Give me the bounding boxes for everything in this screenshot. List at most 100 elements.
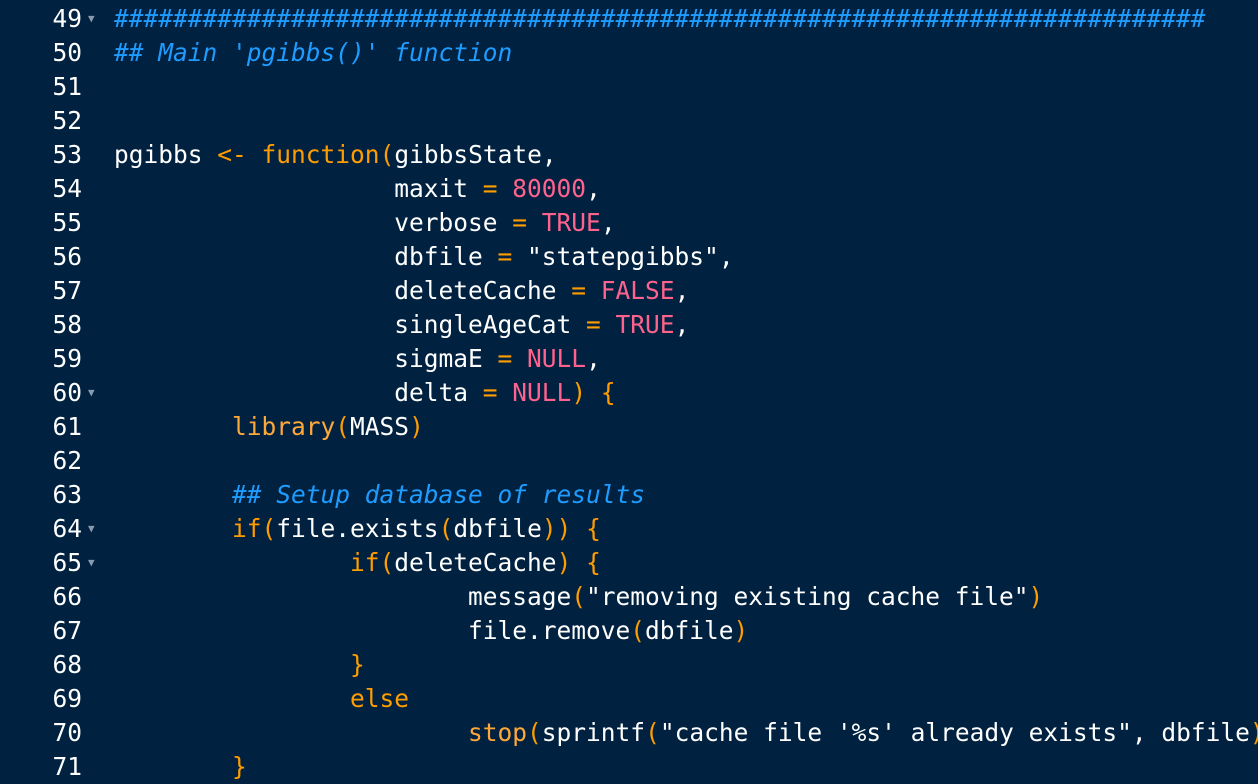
code-token-id: delta — [114, 378, 483, 407]
code-text: ## Main 'pgibbs()' function — [114, 36, 512, 70]
line-number: 69 — [52, 684, 82, 713]
code-token-op: = — [482, 174, 498, 203]
line-number: 52 — [52, 106, 82, 135]
code-token-paren: ) — [556, 548, 572, 577]
code-line[interactable]: 60 ▼ delta = NULL) { — [0, 376, 1258, 410]
code-line[interactable]: 66 message("removing existing cache file… — [0, 580, 1258, 614]
code-token-id: verbose — [114, 208, 513, 237]
code-token-fn: stop — [468, 718, 528, 747]
code-token-op: = — [571, 276, 587, 305]
code-token-id: gibbsState, — [394, 140, 557, 169]
code-token-id: maxit — [114, 174, 483, 203]
code-text: message("removing existing cache file") — [114, 580, 1043, 614]
code-token-paren: ) — [571, 378, 587, 407]
code-line[interactable]: 59 sigmaE = NULL, — [0, 342, 1258, 376]
line-number: 58 — [52, 310, 82, 339]
code-line[interactable]: 58 singleAgeCat = TRUE, — [0, 308, 1258, 342]
code-token-str: "cache file '%s' already exists" — [659, 718, 1132, 747]
code-text: } — [114, 750, 247, 784]
code-line[interactable]: 49 ▼ #####################################… — [0, 2, 1258, 36]
line-number: 68 — [52, 650, 82, 679]
code-line[interactable]: 52 — [0, 104, 1258, 138]
code-token-keyword: if — [232, 514, 262, 543]
fold-toggle-icon[interactable]: ▼ — [88, 512, 100, 546]
code-token-paren: ( — [335, 412, 351, 441]
code-token-op: = — [497, 242, 513, 271]
code-token-punc: , — [674, 310, 690, 339]
code-token-paren: ( — [438, 514, 454, 543]
code-token-id — [512, 344, 527, 373]
code-token-paren: )) — [541, 514, 572, 543]
code-line[interactable]: 55 verbose = TRUE, — [0, 206, 1258, 240]
code-token-id: file.remove — [114, 616, 631, 645]
code-token-paren: ( — [571, 582, 587, 611]
code-token-id — [114, 718, 468, 747]
code-text: singleAgeCat = TRUE, — [114, 308, 689, 342]
code-token-id — [114, 684, 350, 713]
code-token-const: NULL — [527, 344, 587, 373]
code-token-id: message — [114, 582, 572, 611]
code-token-const: FALSE — [600, 276, 675, 305]
code-token-paren: ) — [1028, 582, 1044, 611]
code-line[interactable]: 63 ## Setup database of results — [0, 478, 1258, 512]
code-token-id — [114, 514, 232, 543]
fold-toggle-icon[interactable]: ▼ — [88, 2, 100, 36]
code-token-str: "removing existing cache file" — [586, 582, 1029, 611]
fold-toggle-icon[interactable]: ▼ — [88, 546, 100, 580]
code-line[interactable]: 71 } — [0, 750, 1258, 784]
code-token-id — [114, 480, 232, 509]
code-line[interactable]: 53 pgibbs <- function(gibbsState, — [0, 138, 1258, 172]
code-line[interactable]: 50 ## Main 'pgibbs()' function — [0, 36, 1258, 70]
code-token-id — [586, 276, 601, 305]
code-line[interactable]: 68 } — [0, 648, 1258, 682]
code-token-num: 80000 — [512, 174, 587, 203]
fold-toggle-icon[interactable]: ▼ — [88, 376, 100, 410]
code-token-comment: ########################################… — [114, 4, 1206, 33]
code-token-paren: )) — [1250, 718, 1258, 747]
code-line[interactable]: 51 — [0, 70, 1258, 104]
code-token-paren: ( — [630, 616, 646, 645]
line-number: 61 — [52, 412, 82, 441]
code-text: deleteCache = FALSE, — [114, 274, 689, 308]
code-line[interactable]: 70 stop(sprintf("cache file '%s' already… — [0, 716, 1258, 750]
code-token-id — [571, 514, 586, 543]
line-number: 51 — [52, 72, 82, 101]
code-line[interactable]: 61 library(MASS) — [0, 410, 1258, 444]
code-token-id: dbfile — [1161, 718, 1250, 747]
line-number: 64 — [52, 514, 82, 543]
line-number: 59 — [52, 344, 82, 373]
code-line[interactable]: 54 maxit = 80000, — [0, 172, 1258, 206]
code-token-paren: ( — [379, 140, 395, 169]
code-token-id — [247, 140, 262, 169]
code-line[interactable]: 57 deleteCache = FALSE, — [0, 274, 1258, 308]
code-text: file.remove(dbfile) — [114, 614, 748, 648]
code-token-punc: , — [586, 344, 601, 373]
code-token-punc: , — [1131, 718, 1162, 747]
code-token-id — [571, 548, 586, 577]
code-line[interactable]: 67 file.remove(dbfile) — [0, 614, 1258, 648]
code-text: ## Setup database of results — [114, 478, 645, 512]
code-token-paren: ) — [409, 412, 424, 441]
code-token-paren: ) — [733, 616, 749, 645]
code-token-str: "statepgibbs" — [527, 242, 719, 271]
code-editor[interactable]: 49 ▼ #####################################… — [0, 0, 1258, 781]
code-token-comment: ## Setup database of results — [232, 480, 646, 509]
code-token-const: TRUE — [541, 208, 601, 237]
code-line[interactable]: 56 dbfile = "statepgibbs", — [0, 240, 1258, 274]
line-number: 49 — [52, 4, 82, 33]
code-token-id — [114, 412, 232, 441]
code-token-paren: } — [232, 752, 247, 781]
code-text: pgibbs <- function(gibbsState, — [114, 138, 557, 172]
code-line[interactable]: 65 ▼ if(deleteCache) { — [0, 546, 1258, 580]
line-number: 71 — [52, 752, 82, 781]
code-line[interactable]: 69 else — [0, 682, 1258, 716]
code-token-op: = — [512, 208, 528, 237]
code-token-keyword: else — [350, 684, 410, 713]
code-text: if(deleteCache) { — [114, 546, 601, 580]
code-token-id: dbfile — [645, 616, 734, 645]
code-line[interactable]: 62 — [0, 444, 1258, 478]
code-line[interactable]: 64 ▼ if(file.exists(dbfile)) { — [0, 512, 1258, 546]
code-token-id: sigmaE — [114, 344, 498, 373]
code-token-punc: , — [600, 208, 616, 237]
code-token-paren: ( — [379, 548, 395, 577]
